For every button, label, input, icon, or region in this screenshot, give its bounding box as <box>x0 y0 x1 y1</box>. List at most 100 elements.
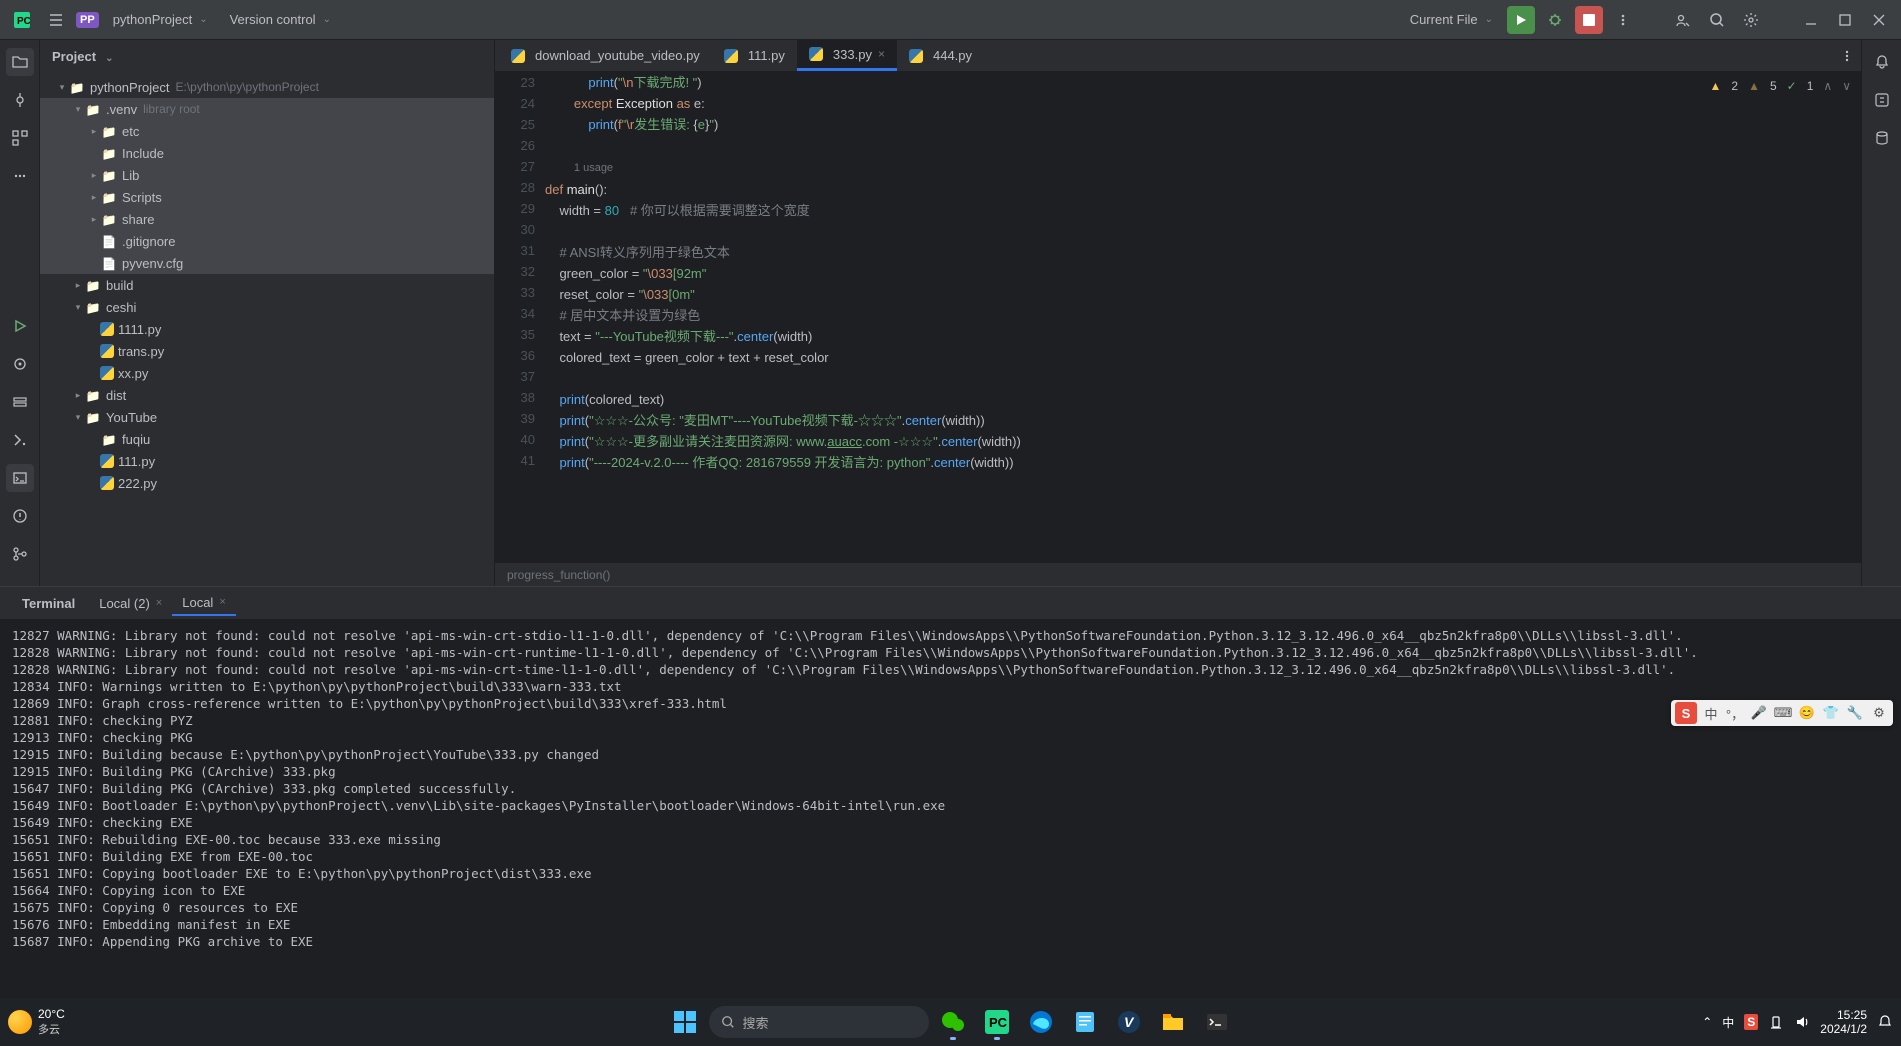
terminal-tab[interactable]: Local (2)× <box>89 591 172 616</box>
tree-row[interactable]: 111.py <box>40 450 494 472</box>
ime-settings-icon[interactable]: ⚙ <box>1869 703 1889 723</box>
more-tool-icon[interactable] <box>6 162 34 190</box>
structure-tool-icon[interactable] <box>6 124 34 152</box>
tray-lang[interactable]: 中 <box>1722 1014 1734 1031</box>
taskbar-app-explorer[interactable] <box>1153 1002 1193 1042</box>
taskbar-app-wechat[interactable] <box>933 1002 973 1042</box>
editor-tab[interactable]: 333.py× <box>797 40 897 71</box>
tray-volume-icon[interactable] <box>1794 1014 1810 1030</box>
editor-tab[interactable]: 444.py <box>897 40 984 71</box>
tree-row[interactable]: ▾.venvlibrary root <box>40 98 494 120</box>
problems-tool-icon[interactable] <box>6 502 34 530</box>
tray-sogou-icon[interactable]: S <box>1744 1014 1758 1030</box>
taskbar-app-v[interactable]: V <box>1109 1002 1149 1042</box>
pycharm-icon[interactable]: PC <box>8 6 36 34</box>
tree-row[interactable]: xx.py <box>40 362 494 384</box>
tree-arrow-icon[interactable]: ▾ <box>72 412 84 423</box>
run-config-dropdown[interactable]: Current File <box>1402 8 1501 31</box>
tray-network-icon[interactable] <box>1768 1014 1784 1030</box>
tree-row[interactable]: .gitignore <box>40 230 494 252</box>
project-tree[interactable]: ▾pythonProjectE:\python\py\pythonProject… <box>40 72 494 586</box>
version-control-dropdown[interactable]: Version control <box>222 8 339 31</box>
minimize-icon[interactable] <box>1797 6 1825 34</box>
ime-voice-icon[interactable]: 🎤 <box>1749 703 1769 723</box>
ime-punct-icon[interactable]: °， <box>1725 703 1745 723</box>
tree-row[interactable]: ▸share <box>40 208 494 230</box>
tree-arrow-icon[interactable]: ▸ <box>88 126 100 137</box>
ime-keyboard-icon[interactable]: ⌨ <box>1773 703 1793 723</box>
database-tool-icon[interactable] <box>1868 124 1896 152</box>
tree-arrow-icon[interactable]: ▸ <box>88 192 100 203</box>
run-button[interactable] <box>1507 6 1535 34</box>
close-terminal-tab-icon[interactable]: × <box>219 596 225 608</box>
ime-lang[interactable]: 中 <box>1701 703 1721 723</box>
taskbar-app-terminal[interactable] <box>1197 1002 1237 1042</box>
tree-row[interactable]: ▾ceshi <box>40 296 494 318</box>
maximize-icon[interactable] <box>1831 6 1859 34</box>
tree-row[interactable]: ▾pythonProjectE:\python\py\pythonProject <box>40 76 494 98</box>
start-button[interactable] <box>665 1002 705 1042</box>
taskbar-app-pycharm[interactable]: PC <box>977 1002 1017 1042</box>
tray-expand-icon[interactable]: ⌃ <box>1702 1015 1712 1029</box>
tree-row[interactable]: pyvenv.cfg <box>40 252 494 274</box>
tree-arrow-icon[interactable]: ▸ <box>72 280 84 291</box>
services-tool-icon[interactable] <box>6 388 34 416</box>
tree-row[interactable]: ▸etc <box>40 120 494 142</box>
taskbar-clock[interactable]: 15:25 2024/1/2 <box>1820 1008 1867 1036</box>
ai-assistant-icon[interactable] <box>1868 86 1896 114</box>
python-packages-icon[interactable] <box>6 350 34 378</box>
tree-row[interactable]: 222.py <box>40 472 494 494</box>
tree-row[interactable]: ▸dist <box>40 384 494 406</box>
taskbar-app-notepad[interactable] <box>1065 1002 1105 1042</box>
tree-arrow-icon[interactable]: ▸ <box>88 170 100 181</box>
sogou-logo-icon[interactable]: S <box>1675 702 1697 724</box>
ime-toolbox-icon[interactable]: 🔧 <box>1845 703 1865 723</box>
notifications-icon[interactable] <box>1868 48 1896 76</box>
breadcrumb[interactable]: progress_function() <box>495 562 1861 586</box>
close-tab-icon[interactable]: × <box>878 47 885 61</box>
taskbar-search[interactable]: 搜索 <box>709 1006 929 1038</box>
tree-row[interactable]: ▾YouTube <box>40 406 494 428</box>
taskbar-app-edge[interactable] <box>1021 1002 1061 1042</box>
python-console-icon[interactable] <box>6 426 34 454</box>
code-content[interactable]: print("\n下载完成! ") except Exception as e:… <box>545 72 1861 562</box>
terminal-tab[interactable]: Local× <box>172 591 236 616</box>
vcs-tool-icon[interactable] <box>6 540 34 568</box>
terminal-tool-icon[interactable] <box>6 464 34 492</box>
search-everywhere-icon[interactable] <box>1703 6 1731 34</box>
terminal-output[interactable]: 12827 WARNING: Library not found: could … <box>0 619 1901 1046</box>
stop-button[interactable] <box>1575 6 1603 34</box>
taskbar-weather[interactable]: 20°C 多云 <box>8 1007 65 1037</box>
tree-arrow-icon[interactable]: ▾ <box>72 302 84 313</box>
close-window-icon[interactable] <box>1865 6 1893 34</box>
tree-row[interactable]: ▸build <box>40 274 494 296</box>
settings-icon[interactable] <box>1737 6 1765 34</box>
main-menu-icon[interactable] <box>42 6 70 34</box>
project-dropdown[interactable]: pythonProject <box>105 8 216 31</box>
prev-highlight-icon[interactable]: ∧ <box>1823 76 1832 97</box>
commit-tool-icon[interactable] <box>6 86 34 114</box>
tree-row[interactable]: 1111.py <box>40 318 494 340</box>
terminal-tool-label[interactable]: Terminal <box>12 592 85 615</box>
tree-arrow-icon[interactable]: ▸ <box>72 390 84 401</box>
tray-notifications-icon[interactable] <box>1877 1014 1893 1030</box>
debug-button[interactable] <box>1541 6 1569 34</box>
tree-row[interactable]: ▸Lib <box>40 164 494 186</box>
editor-body[interactable]: ▲2 ▲5 ✓1 ∧ ∨ 232425262728293031323334353… <box>495 72 1861 562</box>
more-actions-icon[interactable] <box>1609 6 1637 34</box>
inspection-widget[interactable]: ▲2 ▲5 ✓1 ∧ ∨ <box>1710 76 1852 97</box>
ime-emoji-icon[interactable]: 😊 <box>1797 703 1817 723</box>
ime-skin-icon[interactable]: 👕 <box>1821 703 1841 723</box>
ime-toolbar[interactable]: S 中 °， 🎤 ⌨ 😊 👕 🔧 ⚙ <box>1671 700 1893 726</box>
next-highlight-icon[interactable]: ∨ <box>1842 76 1851 97</box>
tab-actions-icon[interactable] <box>1833 42 1861 70</box>
run-tool-icon[interactable] <box>6 312 34 340</box>
tree-row[interactable]: trans.py <box>40 340 494 362</box>
tree-row[interactable]: fuqiu <box>40 428 494 450</box>
close-terminal-tab-icon[interactable]: × <box>156 597 162 609</box>
project-panel-header[interactable]: Project <box>40 40 494 72</box>
code-with-me-icon[interactable] <box>1669 6 1697 34</box>
tree-arrow-icon[interactable]: ▾ <box>72 104 84 115</box>
tree-row[interactable]: Include <box>40 142 494 164</box>
editor-tab[interactable]: 111.py <box>712 40 797 71</box>
